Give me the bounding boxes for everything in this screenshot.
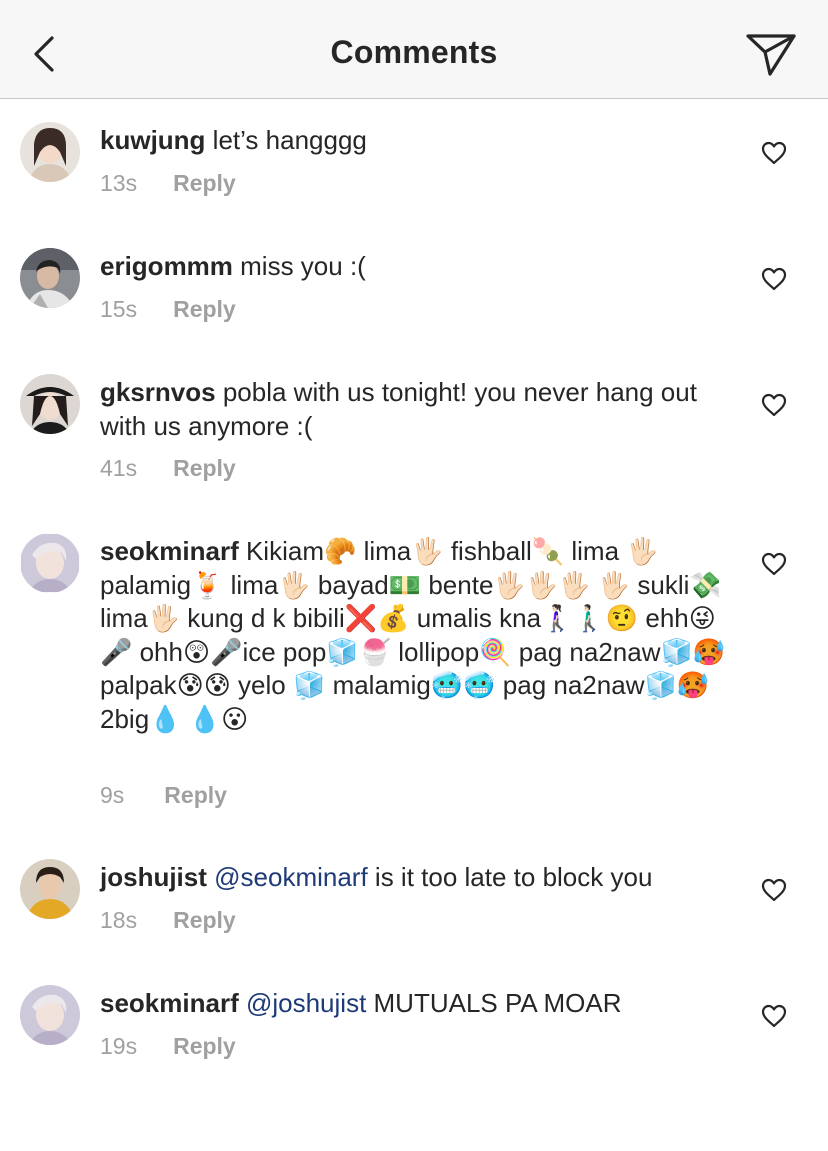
avatar[interactable] (20, 859, 80, 919)
avatar[interactable] (20, 533, 80, 593)
comment-mention[interactable]: @seokminarf (214, 862, 368, 892)
comment-body: miss you :( (232, 251, 366, 281)
comment-time: 13s (100, 170, 138, 196)
avatar[interactable] (20, 248, 80, 308)
comment-username[interactable]: seokminarf (100, 988, 239, 1018)
reply-button[interactable]: Reply (164, 782, 227, 808)
comment-text: kuwjung let’s hangggg (100, 124, 730, 158)
comment-text: erigommm miss you :( (100, 250, 730, 284)
comment-time: 41s (100, 455, 138, 481)
avatar[interactable] (20, 374, 80, 434)
comment-meta: 41s Reply (100, 455, 236, 482)
comment-meta: 13s Reply (100, 170, 236, 197)
reply-button[interactable]: Reply (173, 907, 236, 933)
comment-text: seokminarf @joshujist MUTUALS PA MOAR (100, 987, 730, 1021)
comment-username[interactable]: kuwjung (100, 125, 205, 155)
comment-text: joshujist @seokminarf is it too late to … (100, 861, 730, 895)
comment-username[interactable]: erigommm (100, 251, 233, 281)
comment-meta: 15s Reply (100, 296, 236, 323)
reply-button[interactable]: Reply (173, 170, 236, 196)
heart-icon[interactable] (760, 1003, 788, 1029)
comment-body: let’s hangggg (205, 125, 367, 155)
comment-time: 9s (100, 782, 125, 808)
avatar[interactable] (20, 985, 80, 1045)
comment-meta: 19s Reply (100, 1033, 236, 1060)
header-bar: Comments (0, 0, 828, 99)
heart-icon[interactable] (760, 140, 788, 166)
comment-username[interactable]: joshujist (100, 862, 207, 892)
comment-body: MUTUALS PA MOAR (366, 988, 622, 1018)
comment-meta: 9s Reply (100, 782, 227, 809)
comment-meta: 18s Reply (100, 907, 236, 934)
comment-mention[interactable]: @joshujist (246, 988, 366, 1018)
comment-time: 15s (100, 296, 138, 322)
comment-username[interactable]: seokminarf (100, 536, 239, 566)
reply-button[interactable]: Reply (173, 296, 236, 322)
heart-icon[interactable] (760, 266, 788, 292)
paper-plane-icon (746, 34, 796, 76)
heart-icon[interactable] (760, 392, 788, 418)
share-button[interactable] (744, 30, 798, 78)
comment-time: 19s (100, 1033, 138, 1059)
reply-button[interactable]: Reply (173, 455, 236, 481)
page-title: Comments (330, 34, 498, 70)
comment-body: is it too late to block you (367, 862, 653, 892)
heart-icon[interactable] (760, 551, 788, 577)
comment-text: seokminarf Kikiam🥐 lima🖐🏻 fishball🍡 lima… (100, 535, 730, 736)
heart-icon[interactable] (760, 877, 788, 903)
comment-username[interactable]: gksrnvos (100, 377, 216, 407)
reply-button[interactable]: Reply (173, 1033, 236, 1059)
comment-text: gksrnvos pobla with us tonight! you neve… (100, 376, 730, 443)
avatar[interactable] (20, 122, 80, 182)
comment-time: 18s (100, 907, 138, 933)
